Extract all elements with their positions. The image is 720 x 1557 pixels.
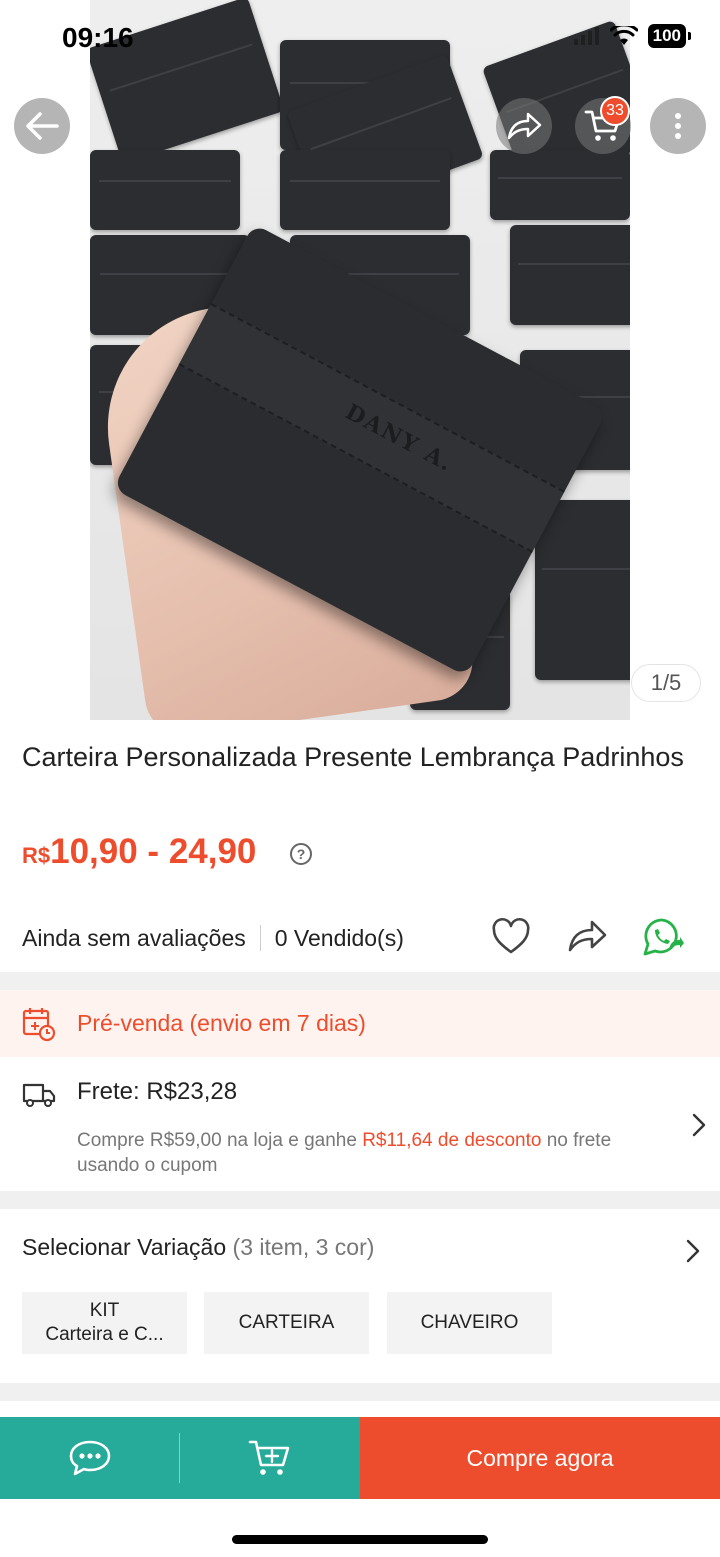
variation-option-chaveiro[interactable]: CHAVEIRO (387, 1292, 552, 1354)
variation-option-carteira[interactable]: CARTEIRA (204, 1292, 369, 1354)
price-currency: R$ (22, 843, 51, 868)
preorder-label: Pré-venda (envio em 7 dias) (77, 1010, 366, 1036)
price-help-icon[interactable]: ? (290, 843, 312, 865)
variation-title: Selecionar Variação (22, 1234, 227, 1260)
reviews-status: Ainda sem avaliações (22, 924, 246, 951)
heart-icon[interactable] (490, 916, 532, 958)
chevron-right-icon (692, 1113, 706, 1137)
chevron-right-icon (686, 1239, 700, 1263)
calendar-clock-icon (22, 1008, 56, 1042)
cart-count-badge: 33 (600, 96, 630, 126)
more-options-button[interactable] (650, 98, 706, 154)
variation-option-sublabel: Carteira e C... (45, 1324, 164, 1345)
add-to-cart-icon (248, 1440, 290, 1475)
product-title: Carteira Personalizada Presente Lembranç… (22, 742, 684, 772)
chat-button[interactable] (0, 1417, 180, 1499)
sold-count: 0 Vendido(s) (274, 924, 404, 951)
section-divider (0, 1191, 720, 1209)
variation-heading: Selecionar Variação (3 item, 3 cor) (22, 1234, 374, 1261)
home-indicator[interactable] (232, 1535, 488, 1544)
share-icon[interactable] (566, 916, 608, 958)
section-divider (0, 1383, 720, 1401)
arrow-left-icon (26, 112, 59, 140)
price-range: 10,90 - 24,90 (50, 832, 257, 871)
stats-divider (259, 925, 261, 951)
variation-option-label: KIT (89, 1300, 120, 1321)
shipping-cost: Frete: R$23,28 (77, 1078, 238, 1105)
signal-icon (573, 27, 599, 45)
product-image-gallery[interactable]: DANY A. 09:16 100 33 1/5 (0, 0, 720, 720)
section-divider (0, 972, 720, 990)
truck-icon (22, 1083, 56, 1107)
bar-divider (179, 1433, 180, 1483)
variation-option-kit[interactable]: KIT Carteira e C... (22, 1292, 187, 1354)
shipping-desc-text: Compre R$59,00 na loja e ganhe (77, 1130, 363, 1151)
more-vertical-icon (675, 113, 681, 139)
variation-count: (3 item, 3 cor) (232, 1234, 375, 1260)
back-button[interactable] (14, 98, 70, 154)
variation-option-label: CARTEIRA (238, 1312, 335, 1333)
buy-now-button[interactable]: Compre agora (360, 1417, 720, 1499)
image-counter: 1/5 (631, 664, 701, 702)
wifi-icon (609, 26, 638, 45)
shipping-discount-highlight: R$11,64 de desconto (362, 1130, 542, 1151)
secondary-actions (0, 1417, 360, 1499)
add-to-cart-button[interactable] (180, 1417, 360, 1499)
battery-indicator: 100 (647, 24, 692, 48)
chat-icon (69, 1440, 111, 1476)
whatsapp-share-icon[interactable] (642, 916, 684, 958)
status-time: 09:16 (62, 22, 134, 53)
preorder-banner: Pré-venda (envio em 7 dias) (0, 990, 720, 1057)
shipping-discount-info: Compre R$59,00 na loja e ganhe R$11,64 d… (77, 1128, 677, 1178)
variation-option-label: CHAVEIRO (420, 1312, 519, 1333)
share-button-top[interactable] (496, 98, 552, 154)
product-price: R$ 10,90 - 24,90 (22, 832, 256, 872)
product-photo[interactable]: DANY A. (90, 0, 630, 720)
bottom-action-bar: Compre agora (0, 1417, 720, 1499)
status-icons: 100 (573, 24, 692, 48)
share-icon (507, 112, 542, 140)
